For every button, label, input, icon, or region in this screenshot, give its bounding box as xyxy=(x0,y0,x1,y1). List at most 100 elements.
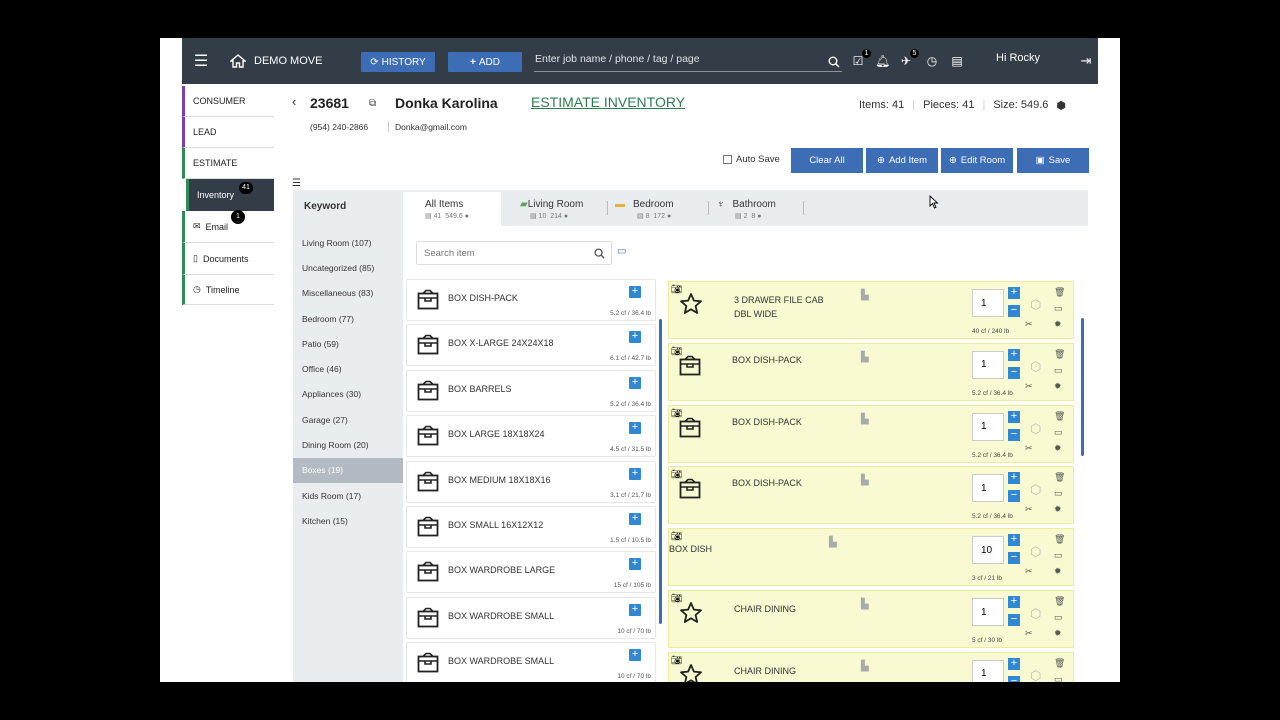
sidebar-item-inventory[interactable]: Inventory 41 xyxy=(186,179,274,211)
decrease-qty-icon[interactable]: − xyxy=(1008,490,1020,503)
hamburger-menu-icon[interactable]: ☰ xyxy=(190,38,212,84)
add-item-plus-icon[interactable]: + xyxy=(629,513,641,525)
increase-qty-icon[interactable]: + xyxy=(1008,657,1020,670)
home-link[interactable]: DEMO MOVE xyxy=(230,38,322,84)
trash-icon[interactable]: 🗑︎ xyxy=(1054,287,1065,298)
category-item[interactable]: Bedroom (77) xyxy=(293,306,403,331)
trash-icon[interactable]: 🗑︎ xyxy=(1054,411,1065,422)
increase-qty-icon[interactable]: + xyxy=(1008,472,1020,485)
settings-icon[interactable]: ✹ xyxy=(1054,381,1062,392)
tab-bedroom[interactable]: ▬ Bedroom ▤ 8 172 ● xyxy=(615,192,705,226)
pin-icon[interactable]: ✈ 5 xyxy=(899,49,919,68)
note-icon[interactable]: ▭ xyxy=(1054,303,1063,314)
note-icon[interactable]: ▭ xyxy=(1054,674,1063,682)
tools-icon[interactable]: ✂ xyxy=(1025,381,1033,392)
customer-email[interactable]: Donka@gmail.com xyxy=(395,122,467,132)
star-icon[interactable] xyxy=(679,292,703,321)
add-item-plus-icon[interactable]: + xyxy=(629,558,641,571)
tools-icon[interactable]: ✂ xyxy=(1025,504,1033,515)
catalog-item[interactable]: BOX LARGE 18X18X24 +4.5 cf / 31.5 lb xyxy=(406,415,656,458)
trash-icon[interactable]: 🗑︎ xyxy=(1054,472,1065,483)
catalog-item[interactable]: BOX WARDROBE LARGE +15 cf / 105 lb xyxy=(406,551,656,594)
item-search-input[interactable]: Search item xyxy=(416,241,612,265)
tools-icon[interactable]: ✂ xyxy=(1025,628,1033,639)
category-item[interactable]: Living Room (107) xyxy=(293,230,403,255)
chat-icon[interactable]: ▤ xyxy=(950,54,964,68)
sidebar-item-consumer[interactable]: CONSUMER xyxy=(182,86,274,117)
increase-qty-icon[interactable]: + xyxy=(1008,534,1020,547)
sub-room-icon[interactable]: ▙ xyxy=(861,414,869,425)
tab-all-items[interactable]: All Items ▤ 41 549.6 ● xyxy=(403,192,501,226)
quantity-input[interactable]: 1 xyxy=(972,474,1004,503)
auto-save-checkbox[interactable] xyxy=(723,155,732,164)
customer-phone[interactable]: (954) 240-2866 xyxy=(310,122,368,132)
sub-room-icon[interactable]: ▙ xyxy=(861,352,869,363)
tools-icon[interactable]: ✂ xyxy=(1025,319,1033,330)
catalog-item[interactable]: BOX SMALL 16X12X12 +1.5 cf / 10.5 lb xyxy=(406,506,656,548)
category-item-active[interactable]: Boxes (19) xyxy=(293,457,403,483)
selected-item[interactable]: 📷︎ CHAIR DINING ▙ 1 + − ⬡ 🗑︎ ▭ ✂ ✹ 5 cf / 30 lb xyxy=(668,590,1074,648)
sidebar-item-timeline[interactable]: ◷ Timeline xyxy=(182,275,274,305)
increase-qty-icon[interactable]: + xyxy=(1008,348,1020,361)
catalog-item[interactable]: BOX WARDROBE SMALL +10 cf / 70 lb xyxy=(406,642,656,682)
star-icon[interactable] xyxy=(679,601,703,630)
category-item[interactable]: Kids Room (17) xyxy=(293,483,403,508)
sub-room-icon[interactable]: ▙ xyxy=(861,290,869,301)
packing-icon[interactable]: ⬡ xyxy=(1030,482,1041,498)
add-item-plus-icon[interactable]: + xyxy=(629,376,641,389)
packing-icon[interactable]: ⬡ xyxy=(1030,606,1041,622)
category-item[interactable]: Garage (27) xyxy=(293,407,403,432)
auto-save-toggle[interactable]: Auto Save xyxy=(723,154,780,165)
sidebar-item-estimate[interactable]: ESTIMATE xyxy=(182,148,274,179)
barcode-scan-icon[interactable]: ▭ xyxy=(617,246,626,257)
sub-room-icon[interactable]: ▙ xyxy=(861,661,869,672)
increase-qty-icon[interactable]: + xyxy=(1008,410,1020,423)
sub-room-icon[interactable]: ▙ xyxy=(861,475,869,486)
decrease-qty-icon[interactable]: − xyxy=(1008,428,1020,441)
catalog-item[interactable]: BOX DISH-PACK +5.2 cf / 36.4 lb xyxy=(406,279,656,321)
settings-icon[interactable]: ✹ xyxy=(1054,566,1062,577)
global-search-input[interactable]: Enter job name / phone / tag / page xyxy=(534,52,842,72)
tab-bathroom[interactable]: ♆ Bathroom ▤ 2 8 ● xyxy=(717,192,803,226)
history-button[interactable]: ⟳ HISTORY xyxy=(361,52,435,72)
sub-room-icon[interactable]: ▙ xyxy=(861,599,869,610)
category-item[interactable]: Office (46) xyxy=(293,356,403,381)
category-item[interactable]: Uncategorized (85) xyxy=(293,255,403,280)
add-item-plus-icon[interactable]: + xyxy=(629,467,641,480)
selected-scrollbar[interactable] xyxy=(1081,318,1084,456)
packing-icon[interactable]: ⬡ xyxy=(1030,297,1041,313)
catalog-item[interactable]: BOX WARDROBE SMALL +10 cf / 70 lb xyxy=(406,596,656,639)
add-item-plus-icon[interactable]: + xyxy=(629,286,641,298)
camera-icon[interactable]: 📷︎ xyxy=(671,531,682,542)
selected-item[interactable]: 📷︎ 3 DRAWER FILE CAB DBL WIDE ▙ 1 + − ⬡ 🗑︎ ▭ ✂ ✹ 40… xyxy=(668,281,1074,339)
category-item[interactable]: Patio (59) xyxy=(293,331,403,356)
user-greeting[interactable]: Hi Rocky xyxy=(996,38,1040,81)
add-item-plus-icon[interactable]: + xyxy=(629,603,641,616)
settings-icon[interactable]: ✹ xyxy=(1054,628,1062,639)
trash-icon[interactable]: 🗑︎ xyxy=(1054,596,1065,607)
search-icon[interactable] xyxy=(828,56,840,68)
category-item[interactable]: Dining Room (20) xyxy=(293,432,403,457)
quantity-input[interactable]: 10 xyxy=(972,536,1004,565)
increase-qty-icon[interactable]: + xyxy=(1008,287,1020,299)
quantity-input[interactable]: 1 xyxy=(972,659,1004,682)
settings-icon[interactable]: ✹ xyxy=(1054,319,1062,330)
logout-icon[interactable]: ⇥ xyxy=(1079,54,1093,68)
sidebar-item-lead[interactable]: LEAD xyxy=(182,117,274,148)
tools-icon[interactable]: ✂ xyxy=(1025,566,1033,577)
add-item-button[interactable]: ⊕ Add Item xyxy=(866,148,938,173)
bell-icon[interactable]: 🔔︎ xyxy=(875,54,890,68)
packing-icon[interactable]: ⬡ xyxy=(1030,668,1041,682)
catalog-scrollbar[interactable] xyxy=(659,319,662,624)
sidebar-item-email[interactable]: ✉ Email 1 xyxy=(182,210,274,243)
sidebar-item-documents[interactable]: ▯ Documents xyxy=(182,243,274,275)
catalog-item[interactable]: BOX MEDIUM 18X18X16 +3.1 cf / 21.7 lb xyxy=(406,460,656,503)
decrease-qty-icon[interactable]: − xyxy=(1008,552,1020,565)
tab-living-room[interactable]: ▰Living Room ▤ 10 214 ● xyxy=(520,192,606,226)
selected-item[interactable]: 📷︎CHAIR DINING▙1+−⬡🗑︎▭✂✹ xyxy=(668,651,1074,682)
trash-icon[interactable]: 🗑︎ xyxy=(1054,534,1065,545)
settings-icon[interactable]: ✹ xyxy=(1054,443,1062,454)
back-chevron-icon[interactable]: ‹ xyxy=(292,94,296,109)
edit-room-button[interactable]: ⊕ Edit Room xyxy=(941,148,1013,173)
decrease-qty-icon[interactable]: − xyxy=(1008,675,1020,682)
